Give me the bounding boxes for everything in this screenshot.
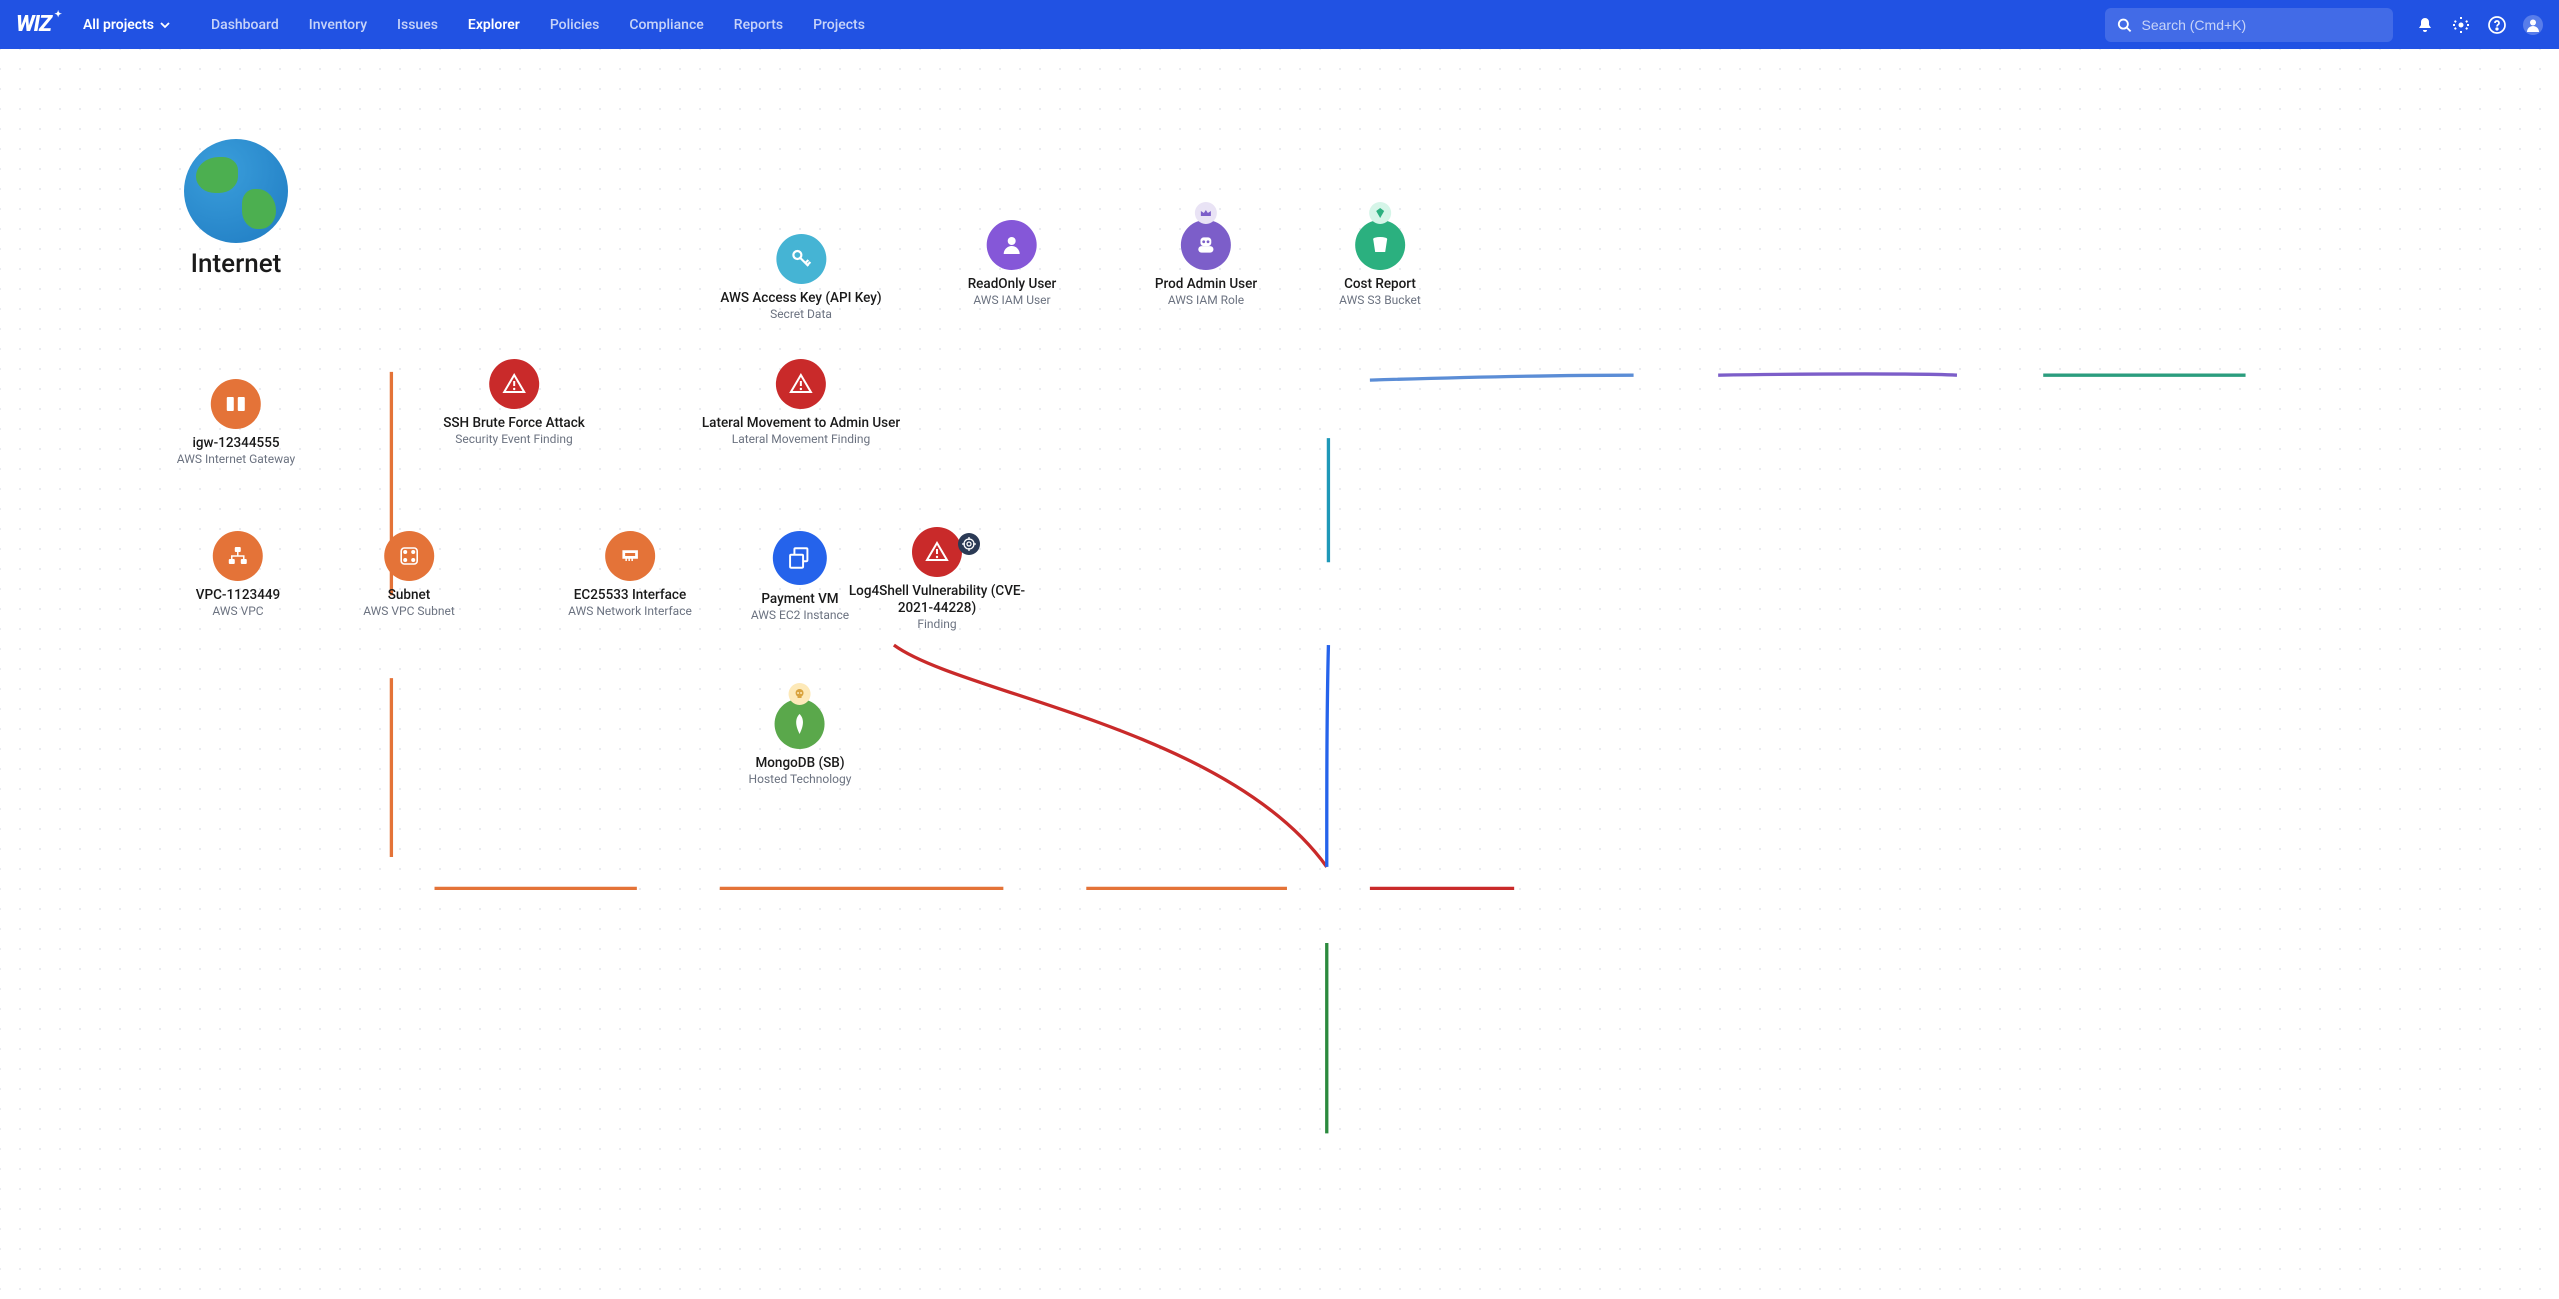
nav-dashboard[interactable]: Dashboard	[196, 3, 294, 47]
user-icon	[987, 220, 1037, 270]
gateway-icon	[211, 379, 261, 429]
database-icon	[775, 699, 825, 749]
node-access-key[interactable]: AWS Access Key (API Key) Secret Data	[720, 234, 881, 322]
nav-issues[interactable]: Issues	[382, 3, 453, 47]
project-selector-label: All projects	[83, 17, 154, 33]
node-title: EC25533 Interface	[574, 587, 686, 604]
alert-icon	[489, 359, 539, 409]
notifications-icon[interactable]	[2415, 15, 2435, 35]
node-admin-user[interactable]: Prod Admin User AWS IAM Role	[1155, 220, 1257, 308]
node-title: Payment VM	[761, 591, 838, 608]
chevron-down-icon	[160, 20, 170, 30]
nav-tabs: Dashboard Inventory Issues Explorer Poli…	[196, 3, 880, 47]
node-internet[interactable]: Internet	[184, 139, 288, 279]
node-sub: Hosted Technology	[749, 772, 852, 787]
settings-icon[interactable]	[2451, 15, 2471, 35]
node-vpc[interactable]: VPC-1123449 AWS VPC	[196, 531, 280, 619]
logo: WIZ	[16, 12, 51, 37]
node-sub: Lateral Movement Finding	[732, 432, 871, 447]
node-title: MongoDB (SB)	[755, 755, 844, 772]
node-lateral-movement[interactable]: Lateral Movement to Admin User Lateral M…	[702, 359, 900, 447]
node-title: Cost Report	[1344, 276, 1416, 293]
nav-compliance[interactable]: Compliance	[614, 3, 718, 47]
node-eni[interactable]: EC25533 Interface AWS Network Interface	[568, 531, 692, 619]
node-sub: Secret Data	[770, 307, 832, 322]
target-badge-icon	[958, 533, 980, 555]
node-title: Subnet	[388, 587, 431, 604]
vm-icon	[773, 531, 827, 585]
crown-badge-icon	[1195, 202, 1217, 224]
node-sub: AWS VPC	[212, 604, 263, 619]
node-sub: Finding	[917, 617, 956, 632]
node-sub: AWS IAM User	[973, 293, 1050, 308]
node-payment-vm[interactable]: Payment VM AWS EC2 Instance	[751, 531, 849, 623]
vpc-icon	[213, 531, 263, 581]
user-avatar-icon[interactable]	[2523, 15, 2543, 35]
alert-icon	[776, 359, 826, 409]
node-title: SSH Brute Force Attack	[443, 415, 585, 432]
node-mongodb[interactable]: MongoDB (SB) Hosted Technology	[749, 699, 852, 787]
node-title: Log4Shell Vulnerability (CVE-2021-44228)	[837, 583, 1037, 617]
node-sub: AWS Network Interface	[568, 604, 692, 619]
search-input[interactable]	[2142, 17, 2381, 33]
header-icons	[2415, 15, 2543, 35]
node-title: AWS Access Key (API Key)	[720, 290, 881, 307]
project-selector[interactable]: All projects	[83, 17, 170, 33]
key-icon	[776, 234, 826, 284]
node-sub: AWS VPC Subnet	[363, 604, 455, 619]
graph-canvas[interactable]: Internet igw-12344555 AWS Internet Gatew…	[0, 49, 2559, 1299]
nav-explorer[interactable]: Explorer	[453, 3, 535, 47]
node-sub: Security Event Finding	[455, 432, 572, 447]
globe-icon	[184, 139, 288, 243]
skull-badge-icon	[789, 683, 811, 705]
nav-projects[interactable]: Projects	[798, 3, 880, 47]
node-readonly-user[interactable]: ReadOnly User AWS IAM User	[968, 220, 1057, 308]
node-title: Prod Admin User	[1155, 276, 1257, 293]
nav-policies[interactable]: Policies	[535, 3, 615, 47]
alert-icon	[912, 527, 962, 577]
app-header: WIZ All projects Dashboard Inventory Iss…	[0, 0, 2559, 49]
graph-edges	[0, 49, 2559, 1299]
node-sub: AWS EC2 Instance	[751, 608, 849, 623]
node-log4shell[interactable]: Log4Shell Vulnerability (CVE-2021-44228)…	[837, 527, 1037, 632]
node-title: VPC-1123449	[196, 587, 280, 604]
node-ssh-attack[interactable]: SSH Brute Force Attack Security Event Fi…	[443, 359, 585, 447]
node-title: igw-12344555	[192, 435, 279, 452]
role-icon	[1181, 220, 1231, 270]
nav-reports[interactable]: Reports	[719, 3, 798, 47]
help-icon[interactable]	[2487, 15, 2507, 35]
subnet-icon	[384, 531, 434, 581]
node-sub: AWS S3 Bucket	[1339, 293, 1421, 308]
node-sub: AWS Internet Gateway	[177, 452, 295, 467]
search-box[interactable]	[2105, 8, 2393, 42]
node-cost-report[interactable]: Cost Report AWS S3 Bucket	[1339, 220, 1421, 308]
search-icon	[2117, 17, 2132, 33]
diamond-badge-icon	[1369, 202, 1391, 224]
node-sub: AWS IAM Role	[1168, 293, 1244, 308]
node-title: Internet	[191, 249, 282, 279]
bucket-icon	[1355, 220, 1405, 270]
nav-inventory[interactable]: Inventory	[294, 3, 382, 47]
node-title: Lateral Movement to Admin User	[702, 415, 900, 432]
network-interface-icon	[605, 531, 655, 581]
node-title: ReadOnly User	[968, 276, 1057, 293]
node-subnet[interactable]: Subnet AWS VPC Subnet	[363, 531, 455, 619]
node-igw[interactable]: igw-12344555 AWS Internet Gateway	[177, 379, 295, 467]
